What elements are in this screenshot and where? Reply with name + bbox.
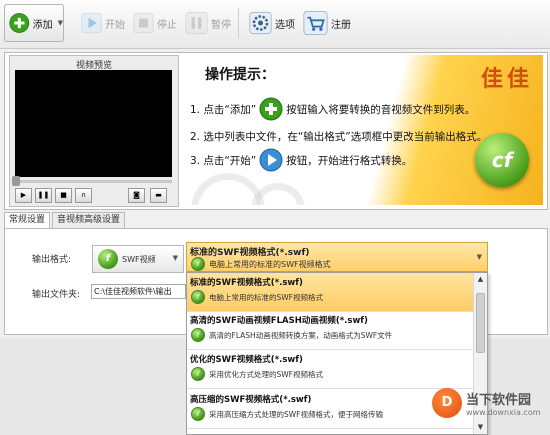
tip-step-1-before: 1. 点击“添加” xyxy=(190,103,257,116)
tip-step-3-before: 3. 点击“开始” xyxy=(190,154,257,167)
start-button[interactable]: 开始 xyxy=(76,4,126,42)
tips-panel: 操作提示： 佳佳 1. 点击“添加” 按钮输入将要转换的音视频文件到列表。 2.… xyxy=(181,55,543,205)
swf-format-icon: f xyxy=(191,328,205,342)
selected-format-desc: 电脑上常用的标准的SWF视频格式 xyxy=(209,259,331,269)
chevron-down-icon[interactable]: ▼ xyxy=(477,253,482,261)
format-option-desc: 采用优化方式处理的SWF视频格式 xyxy=(209,369,323,379)
open-folder-button[interactable]: ▬ xyxy=(150,188,167,203)
cart-icon xyxy=(303,10,328,36)
tab-advanced-settings[interactable]: 音视频高级设置 xyxy=(52,212,126,228)
film-reel-decoration xyxy=(251,183,305,205)
swf-format-icon: f xyxy=(191,257,205,271)
selected-format-desc-row: f 电脑上常用的标准的SWF视频格式 xyxy=(191,257,331,271)
format-option-title: 高压缩的SWF视频格式(*.swf) xyxy=(190,395,312,405)
watermark-url: www.downxia.com xyxy=(466,408,541,417)
format-category-label: SWF视频 xyxy=(122,254,156,264)
stop-icon: ■ xyxy=(60,191,67,199)
tip-step-1-after: 按钮输入将要转换的音视频文件到列表。 xyxy=(286,103,476,116)
add-label: 添加 xyxy=(32,19,53,31)
plus-icon xyxy=(259,97,283,121)
play-icon xyxy=(259,148,283,172)
flash-logo-icon: cf xyxy=(475,133,529,187)
swf-format-icon: f xyxy=(98,249,118,269)
output-format-select[interactable]: 标准的SWF视频格式(*.swf) f 电脑上常用的标准的SWF视频格式 ▼ xyxy=(186,242,488,272)
format-option-title: 高清的SWF动画视频FLASH动画视频(*.swf) xyxy=(190,316,368,326)
add-button[interactable]: 添加 ▼ xyxy=(4,4,64,42)
watermark-text: 当下软件园 www.downxia.com xyxy=(466,389,541,417)
swf-format-icon: f xyxy=(191,367,205,381)
top-frame: 视频预览 ▶ ❚❚ ■ ∩ ◙ ▬ 操作提示： 佳佳 1. 点击“添加” 按钮输… xyxy=(4,52,548,210)
play-control-button[interactable]: ▶ xyxy=(15,188,32,203)
format-option-desc: 高清的FLASH动画视频转换方案，动画格式为SWF文件 xyxy=(209,330,393,340)
stop-icon xyxy=(133,12,154,34)
watermark: D 当下软件园 www.downxia.com xyxy=(432,388,541,418)
format-category-button[interactable]: f SWF视频 ▼ xyxy=(92,245,184,273)
format-option-standard[interactable]: 标准的SWF视频格式(*.swf) f 电脑上常用的标准的SWF视频格式 xyxy=(187,273,475,312)
format-option-desc-row: f 电脑上常用的标准的SWF视频格式 xyxy=(191,290,323,304)
headphone-icon: ∩ xyxy=(80,191,87,199)
output-folder-input[interactable]: C:\佳佳视频软件\输出 xyxy=(91,284,186,299)
format-option-hd-flash[interactable]: 高清的SWF动画视频FLASH动画视频(*.swf) f 高清的FLASH动画视频… xyxy=(187,311,475,350)
pause-label: 暂停 xyxy=(211,19,231,31)
video-preview-panel: 视频预览 ▶ ❚❚ ■ ∩ ◙ ▬ xyxy=(9,55,179,207)
format-option-desc: 采用高压缩方式处理的SWF视频格式，便于网络传输 xyxy=(209,409,383,419)
format-option-desc-row: f 高清的FLASH动画视频转换方案，动画格式为SWF文件 xyxy=(191,328,392,342)
toolbar: 添加 ▼ 开始 停止 暂停 选项 注册 xyxy=(0,0,550,49)
pause-icon xyxy=(185,11,208,35)
format-option-desc: 电脑上常用的标准的SWF视频格式 xyxy=(209,292,323,302)
start-label: 开始 xyxy=(105,19,125,31)
format-option-title: 标准的SWF视频格式(*.swf) xyxy=(190,278,303,288)
stop-button[interactable]: 停止 xyxy=(128,4,178,42)
scroll-down-icon[interactable]: ▼ xyxy=(475,422,486,433)
video-screen xyxy=(15,70,172,177)
playback-slider-thumb[interactable] xyxy=(12,176,20,186)
watermark-logo-icon: D xyxy=(432,388,462,418)
format-option-optimized[interactable]: 优化的SWF视频格式(*.swf) f 采用优化方式处理的SWF视频格式 xyxy=(187,350,475,389)
tip-step-2-text: 2. 选中列表中文件，在“输出格式”选项框中更改当前输出格式。 xyxy=(190,131,488,143)
camera-icon: ◙ xyxy=(133,191,140,199)
options-button[interactable]: 选项 xyxy=(244,4,296,42)
scrollbar-thumb[interactable] xyxy=(476,293,485,353)
output-format-label: 输出格式: xyxy=(32,255,72,265)
format-option-desc-row: f 采用优化方式处理的SWF视频格式 xyxy=(191,367,323,381)
headphone-control-button[interactable]: ∩ xyxy=(75,188,92,203)
tips-heading: 操作提示： xyxy=(205,67,275,83)
pause-control-button[interactable]: ❚❚ xyxy=(35,188,52,203)
tip-step-2: 2. 选中列表中文件，在“输出格式”选项框中更改当前输出格式。 xyxy=(190,129,487,144)
playback-progress-bar[interactable] xyxy=(15,180,172,183)
snapshot-button[interactable]: ◙ xyxy=(128,188,145,203)
swf-format-icon: f xyxy=(191,290,205,304)
tip-step-3: 3. 点击“开始” 按钮，开始进行格式转换。 xyxy=(190,148,412,172)
toolbar-separator xyxy=(238,8,239,38)
scroll-up-icon[interactable]: ▲ xyxy=(475,274,486,285)
chevron-down-icon[interactable]: ▼ xyxy=(58,19,63,27)
stop-label: 停止 xyxy=(157,19,177,31)
brand-logo-text: 佳佳 xyxy=(480,66,533,92)
format-option-title: 优化的SWF视频格式(*.swf) xyxy=(190,355,303,365)
gear-icon xyxy=(249,11,272,35)
chevron-down-icon: ▼ xyxy=(172,254,178,262)
tip-step-1: 1. 点击“添加” 按钮输入将要转换的音视频文件到列表。 xyxy=(190,97,475,121)
format-option-desc-row: f 采用高压缩方式处理的SWF视频格式，便于网络传输 xyxy=(191,407,383,421)
play-icon xyxy=(81,12,102,34)
watermark-name: 当下软件园 xyxy=(466,393,532,408)
output-folder-label: 输出文件夹: xyxy=(32,290,81,300)
tab-general-settings[interactable]: 常规设置 xyxy=(4,212,51,229)
play-icon: ▶ xyxy=(20,191,27,199)
swf-format-icon: f xyxy=(191,407,205,421)
register-button[interactable]: 注册 xyxy=(298,4,352,42)
register-label: 注册 xyxy=(331,19,351,31)
plus-icon xyxy=(9,13,30,33)
pause-button[interactable]: 暂停 xyxy=(180,4,232,42)
tip-step-3-after: 按钮，开始进行格式转换。 xyxy=(286,154,413,167)
options-label: 选项 xyxy=(275,19,295,31)
pause-icon: ❚❚ xyxy=(37,191,50,199)
folder-icon: ▬ xyxy=(155,191,162,199)
stop-control-button[interactable]: ■ xyxy=(55,188,72,203)
